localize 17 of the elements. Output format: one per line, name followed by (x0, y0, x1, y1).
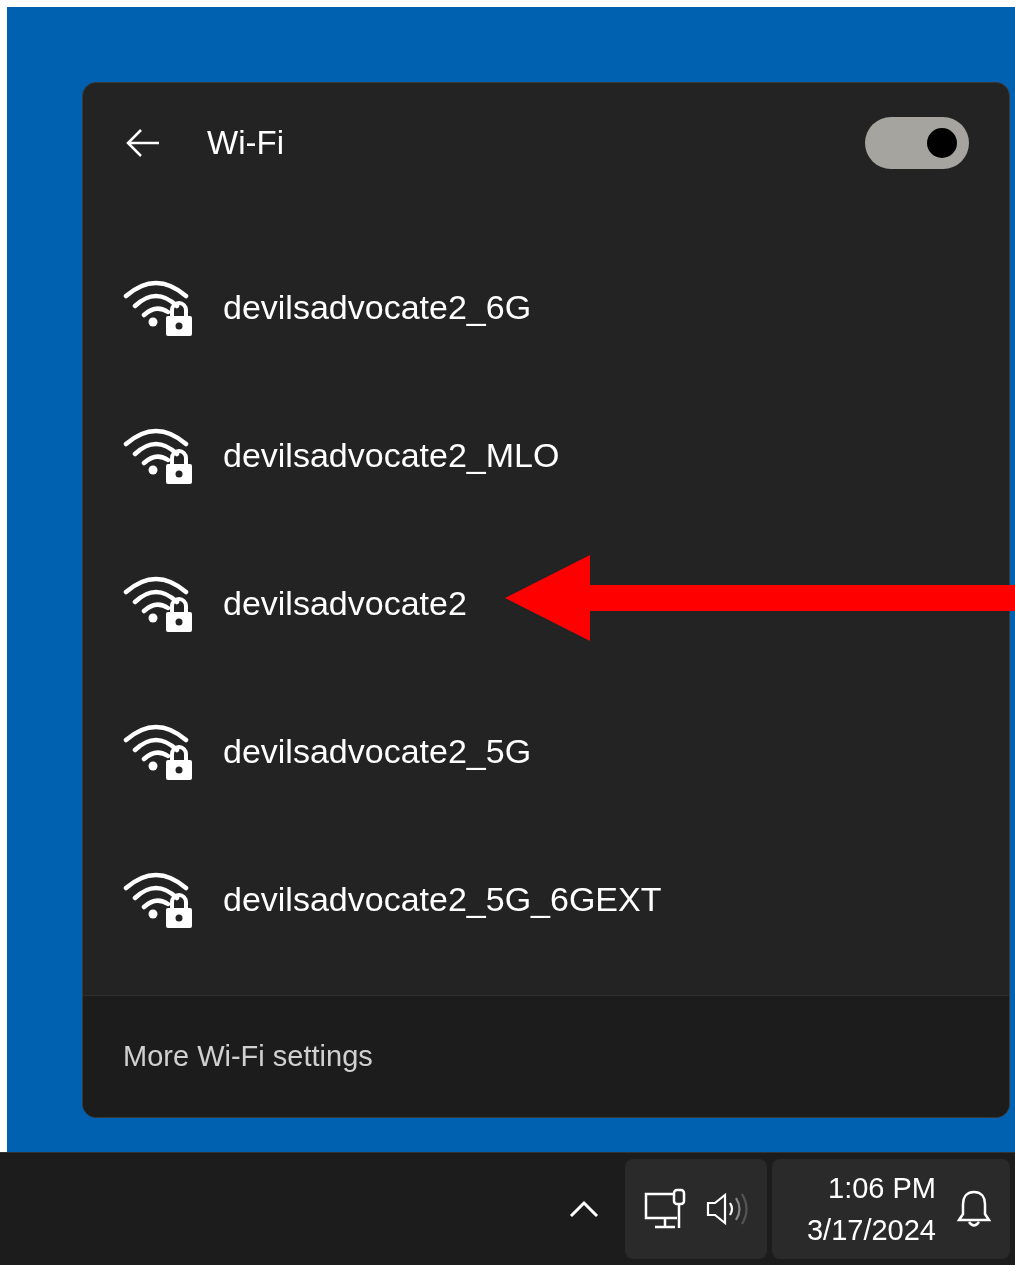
network-item[interactable]: devilsadvocate2_5G_6GEXT (83, 825, 1009, 973)
wifi-toggle[interactable] (865, 117, 969, 169)
network-item[interactable]: devilsadvocate2_MLO (83, 381, 1009, 529)
clock-date: 3/17/2024 (807, 1213, 936, 1248)
volume-icon (705, 1191, 749, 1227)
clock-button[interactable]: 1:06 PM 3/17/2024 (772, 1159, 1010, 1259)
settings-link[interactable]: More Wi-Fi settings (123, 1034, 373, 1079)
network-item[interactable]: devilsadvocate2_5G (83, 677, 1009, 825)
network-icon (643, 1188, 687, 1230)
network-item[interactable]: devilsadvocate2_6G (83, 233, 1009, 381)
panel-title: Wi-Fi (207, 123, 284, 164)
clock-time: 1:06 PM (828, 1171, 936, 1206)
back-icon[interactable] (125, 128, 161, 158)
network-item[interactable]: devilsadvocate2 (83, 529, 1009, 677)
notification-bell-icon[interactable] (956, 1189, 992, 1229)
tray-icons-button[interactable] (625, 1159, 767, 1259)
chevron-up-icon[interactable] (569, 1200, 599, 1218)
